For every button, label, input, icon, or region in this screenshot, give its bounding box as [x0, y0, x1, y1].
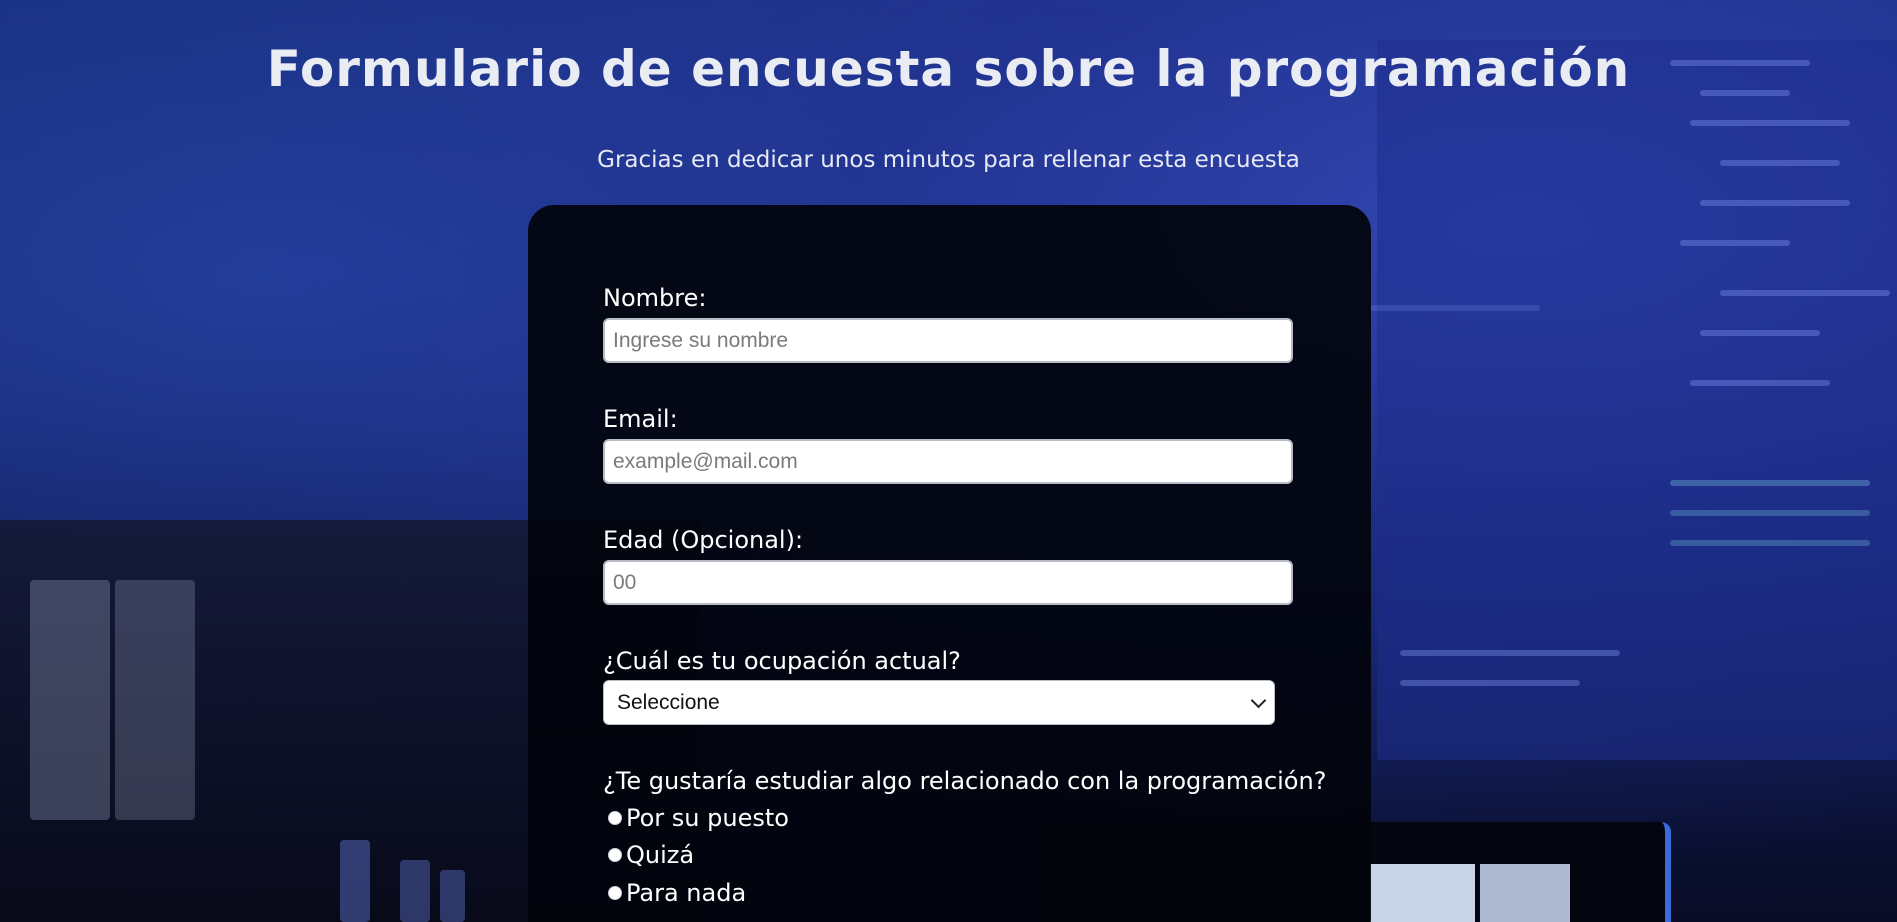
- radio-button[interactable]: [608, 886, 622, 900]
- occupation-label: ¿Cuál es tu ocupación actual?: [603, 647, 961, 675]
- chevron-down-icon: [1250, 692, 1267, 709]
- study-question: ¿Te gustaría estudiar algo relacionado c…: [603, 767, 1327, 795]
- study-option-label: Por su puesto: [626, 804, 789, 832]
- radio-button[interactable]: [608, 848, 622, 862]
- study-option-2[interactable]: Quizá: [608, 841, 694, 869]
- age-label: Edad (Opcional):: [603, 526, 804, 554]
- name-input[interactable]: [603, 318, 1293, 363]
- age-input[interactable]: [603, 560, 1293, 605]
- occupation-select-value: Seleccione: [617, 690, 720, 714]
- radio-button[interactable]: [608, 811, 622, 825]
- email-input[interactable]: [603, 439, 1293, 484]
- email-label: Email:: [603, 405, 678, 433]
- page-subtitle: Gracias en dedicar unos minutos para rel…: [597, 147, 1300, 173]
- page-title: Formulario de encuesta sobre la programa…: [266, 40, 1631, 98]
- study-option-label: Para nada: [626, 879, 747, 907]
- study-option-label: Quizá: [626, 841, 695, 869]
- study-option-1[interactable]: Por su puesto: [608, 804, 789, 832]
- occupation-select[interactable]: Seleccione: [603, 680, 1275, 725]
- name-label: Nombre:: [603, 284, 707, 312]
- study-option-3[interactable]: Para nada: [608, 879, 746, 907]
